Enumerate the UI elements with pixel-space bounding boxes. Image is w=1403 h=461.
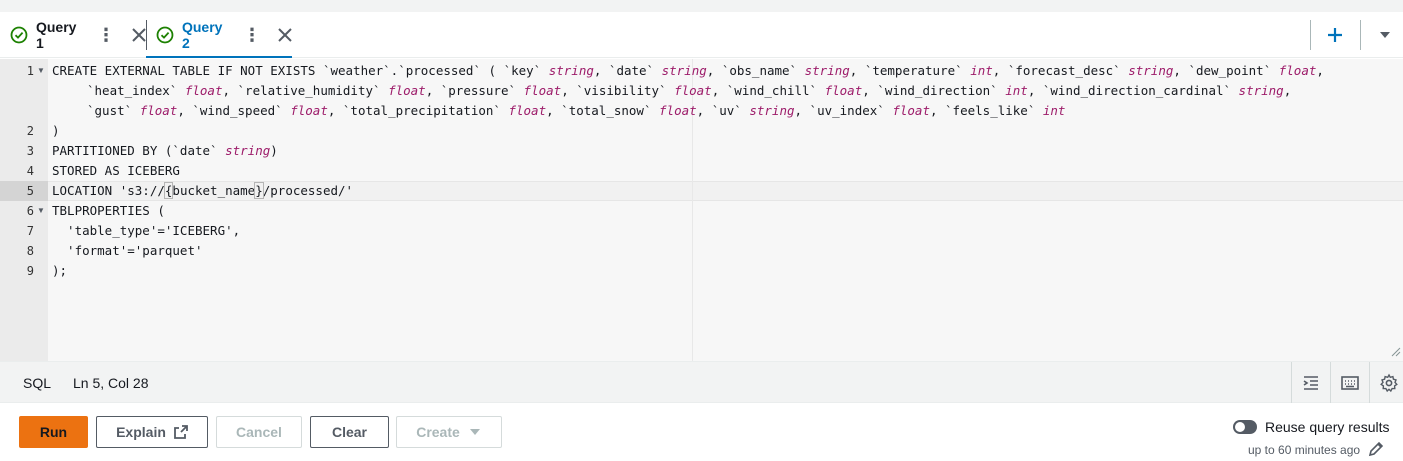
active-tab-indicator [146,56,292,58]
tab-label: Query 1 [35,19,77,51]
line-number: 4 [26,164,34,178]
reuse-results-toggle[interactable] [1233,420,1257,434]
tab-label: Query 2 [181,19,223,51]
pencil-icon[interactable] [1368,441,1384,457]
external-link-icon [173,425,188,439]
code-line: STORED AS ICEBERG [52,163,180,178]
create-label: Create [416,424,460,440]
reuse-results-age: up to 60 minutes ago [1248,443,1361,457]
fold-toggle-icon[interactable]: ▼ [37,201,45,221]
divider [1310,20,1311,50]
close-icon[interactable] [132,28,146,42]
close-icon[interactable] [278,28,292,42]
explain-label: Explain [116,424,166,440]
caret-down-icon [469,429,480,435]
divider [1369,362,1370,404]
sql-editor[interactable]: 1 ▼ 2 3 4 5 6 ▼ 7 8 9 CREATE EXTERNAL TA… [0,59,1403,361]
clear-button[interactable]: Clear [310,416,389,448]
indent-icon[interactable] [1301,373,1321,393]
top-strip [0,0,1403,12]
check-circle-icon [156,26,174,44]
tab-divider [146,20,147,50]
cursor-position: Ln 5, Col 28 [73,375,149,391]
tab-options-icon[interactable]: ⋮ [243,26,261,44]
create-button[interactable]: Create [396,416,502,448]
code-line: PARTITIONED BY (`date` string) [52,143,278,158]
divider [1360,20,1361,50]
line-number: 6 [26,204,34,218]
line-number: 5 [26,184,34,198]
query-action-bar: Run Explain Cancel Clear Create Reuse qu… [0,403,1403,461]
code-line: ); [52,263,68,278]
code-line-active: LOCATION 's3://{bucket_name}/processed/' [52,182,354,199]
explain-button[interactable]: Explain [96,416,208,448]
line-number: 9 [26,264,34,278]
reuse-results-label: Reuse query results [1265,419,1390,435]
code-line: ) [52,123,60,138]
line-number: 8 [26,244,34,258]
plus-icon[interactable] [1323,23,1347,47]
cancel-button[interactable]: Cancel [216,416,302,448]
divider [1330,362,1331,404]
language-label: SQL [23,375,52,391]
check-circle-icon [10,26,28,44]
keyboard-icon[interactable] [1340,373,1360,393]
query-tab-bar: Query 1 ⋮ Query 2 ⋮ [0,12,1403,58]
settings-icon[interactable] [1379,373,1399,393]
caret-down-icon[interactable] [1373,23,1397,47]
code-line: 'format'='parquet' [52,243,203,258]
tab-options-icon[interactable]: ⋮ [97,26,115,44]
line-number: 3 [26,144,34,158]
code-line-wrap: `heat_index` float, `relative_humidity` … [87,83,1292,98]
tab-query-2[interactable]: Query 2 ⋮ [146,12,292,58]
fold-toggle-icon[interactable]: ▼ [37,61,45,81]
editor-status-bar: SQL Ln 5, Col 28 [0,361,1403,404]
run-button[interactable]: Run [19,416,88,448]
code-line-wrap: `gust` float, `wind_speed` float, `total… [87,103,1066,118]
line-number: 2 [26,124,34,138]
line-number: 7 [26,224,34,238]
resize-handle-icon[interactable] [1391,347,1401,357]
code-line: TBLPROPERTIES ( [52,203,165,218]
code-line: 'table_type'='ICEBERG', [52,223,241,238]
divider [1291,362,1292,404]
tab-query-1[interactable]: Query 1 ⋮ [10,12,146,58]
code-line: CREATE EXTERNAL TABLE IF NOT EXISTS `wea… [52,63,1324,78]
toggle-knob [1235,422,1245,432]
line-number: 1 [26,64,34,78]
